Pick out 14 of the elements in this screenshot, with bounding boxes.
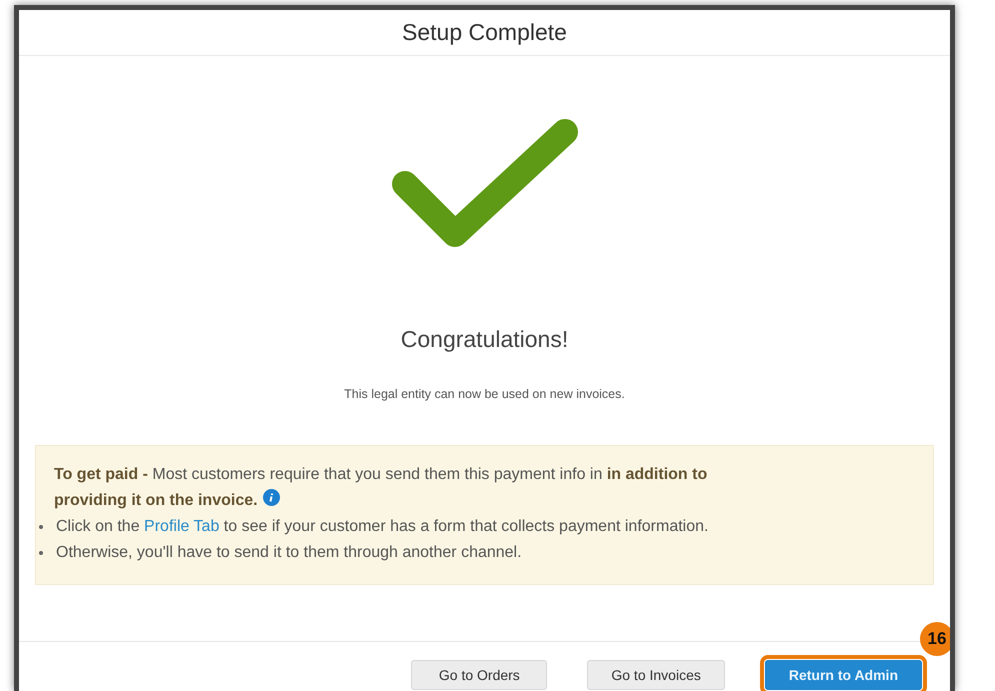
dialog-title: Setup Complete <box>402 19 567 46</box>
secondary-button[interactable]: Go to Orders <box>411 660 548 690</box>
bullet-text: Click on the <box>56 518 141 535</box>
bullet-text: to see if your customer has a form that collects payment information. <box>222 518 708 535</box>
secondary-button[interactable]: Go to Invoices <box>587 660 725 690</box>
notice-text: To get paid - Most customers require that you send them this payment info in in addition to <box>54 466 708 483</box>
bullet-text: Otherwise, you'll have to send it to them through another channel. <box>56 544 522 561</box>
congratulations-heading: Congratulations! <box>400 326 568 353</box>
bullet-icon <box>39 525 43 529</box>
confirmation-text: This legal entity can now be used on new invoices. <box>344 387 625 401</box>
step-badge: 16 <box>920 622 950 656</box>
info-icon[interactable] <box>262 489 280 506</box>
notice-text: providing it on the invoice. <box>54 492 258 509</box>
bullet-icon <box>39 551 43 555</box>
